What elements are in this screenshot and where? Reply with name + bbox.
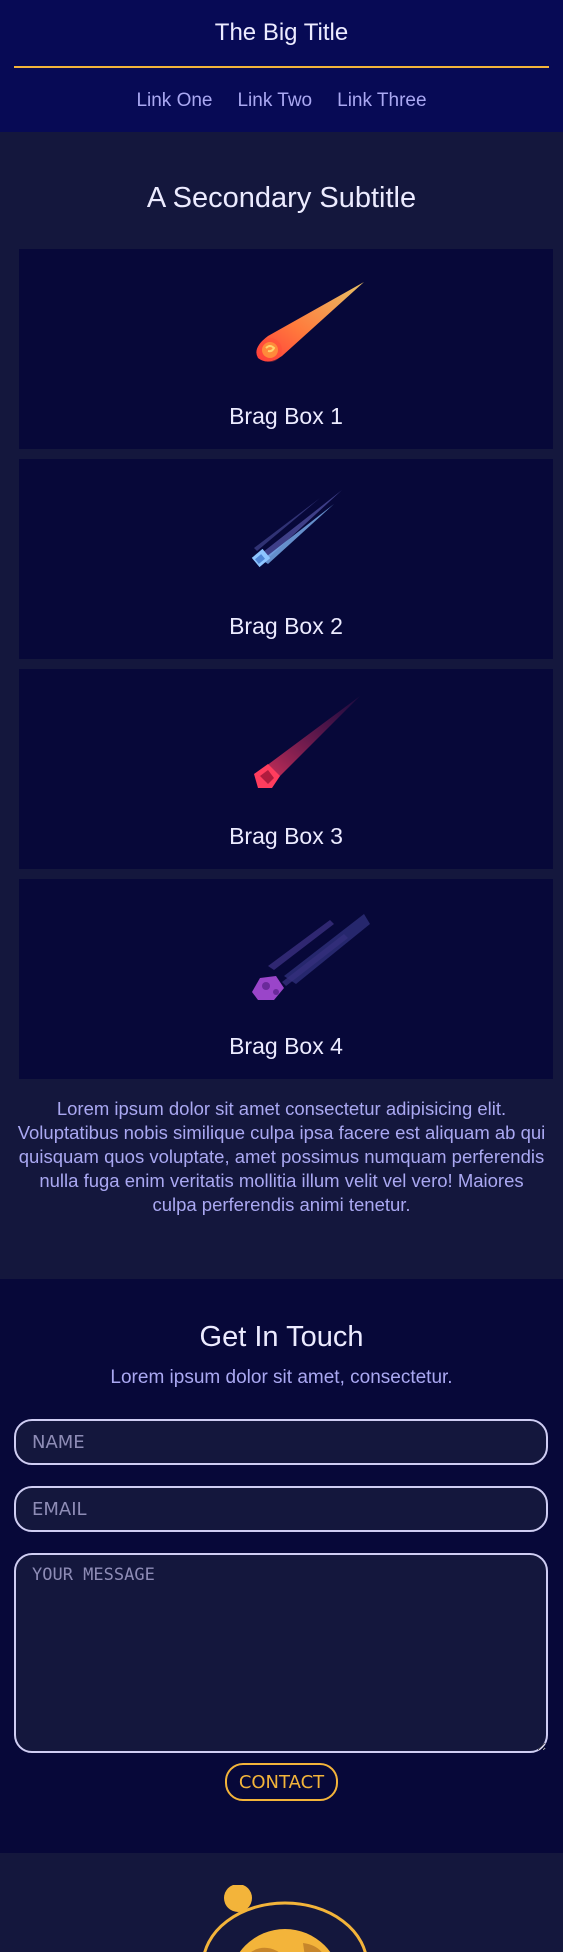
contact-section: Get In Touch Lorem ipsum dolor sit amet,… bbox=[0, 1279, 563, 1853]
brag-box-label: Brag Box 4 bbox=[229, 1033, 343, 1059]
intro-paragraph: Lorem ipsum dolor sit amet consectetur a… bbox=[17, 1098, 546, 1215]
nav-link-three[interactable]: Link Three bbox=[337, 90, 426, 112]
button-wrapper: CONTACT bbox=[0, 1763, 563, 1801]
email-field[interactable] bbox=[14, 1486, 548, 1532]
page-title: The Big Title bbox=[214, 19, 349, 46]
nav-link-one[interactable]: Link One bbox=[136, 90, 212, 112]
site-header: The Big Title Link One Link Two Link Thr… bbox=[0, 0, 563, 132]
blue-comet-icon bbox=[251, 490, 342, 568]
main-nav: Link One Link Two Link Three bbox=[0, 90, 563, 112]
message-field[interactable] bbox=[14, 1553, 548, 1753]
brag-box-label: Brag Box 3 bbox=[229, 823, 343, 849]
red-meteor-icon bbox=[254, 696, 360, 788]
contact-title: Get In Touch bbox=[199, 1321, 364, 1353]
purple-asteroid-icon bbox=[252, 914, 370, 1000]
header-divider bbox=[14, 66, 549, 68]
name-field[interactable] bbox=[14, 1419, 548, 1465]
brag-box-list: Brag Box 1 Brag Box 2 Brag Box 3 Brag Bo… bbox=[19, 249, 553, 1079]
brag-section: A Secondary Subtitle Brag Box 1 Brag Box… bbox=[0, 132, 563, 1279]
brag-box-4: Brag Box 4 bbox=[19, 879, 553, 1079]
site-footer bbox=[0, 1853, 563, 1952]
section-subtitle: A Secondary Subtitle bbox=[146, 182, 417, 214]
brag-box-2: Brag Box 2 bbox=[19, 459, 553, 659]
brag-box-label: Brag Box 2 bbox=[229, 613, 343, 639]
contact-button[interactable]: CONTACT bbox=[224, 1763, 339, 1801]
brag-box-3: Brag Box 3 bbox=[19, 669, 553, 869]
brag-box-label: Brag Box 1 bbox=[229, 403, 343, 429]
fiery-meteor-icon bbox=[256, 282, 364, 362]
brag-box-1: Brag Box 1 bbox=[19, 249, 553, 449]
orbiting-planet-icon bbox=[203, 1885, 367, 1952]
contact-form: CONTACT bbox=[0, 1419, 563, 1801]
contact-subtitle: Lorem ipsum dolor sit amet, consectetur. bbox=[110, 1367, 453, 1388]
nav-link-two[interactable]: Link Two bbox=[237, 90, 312, 112]
